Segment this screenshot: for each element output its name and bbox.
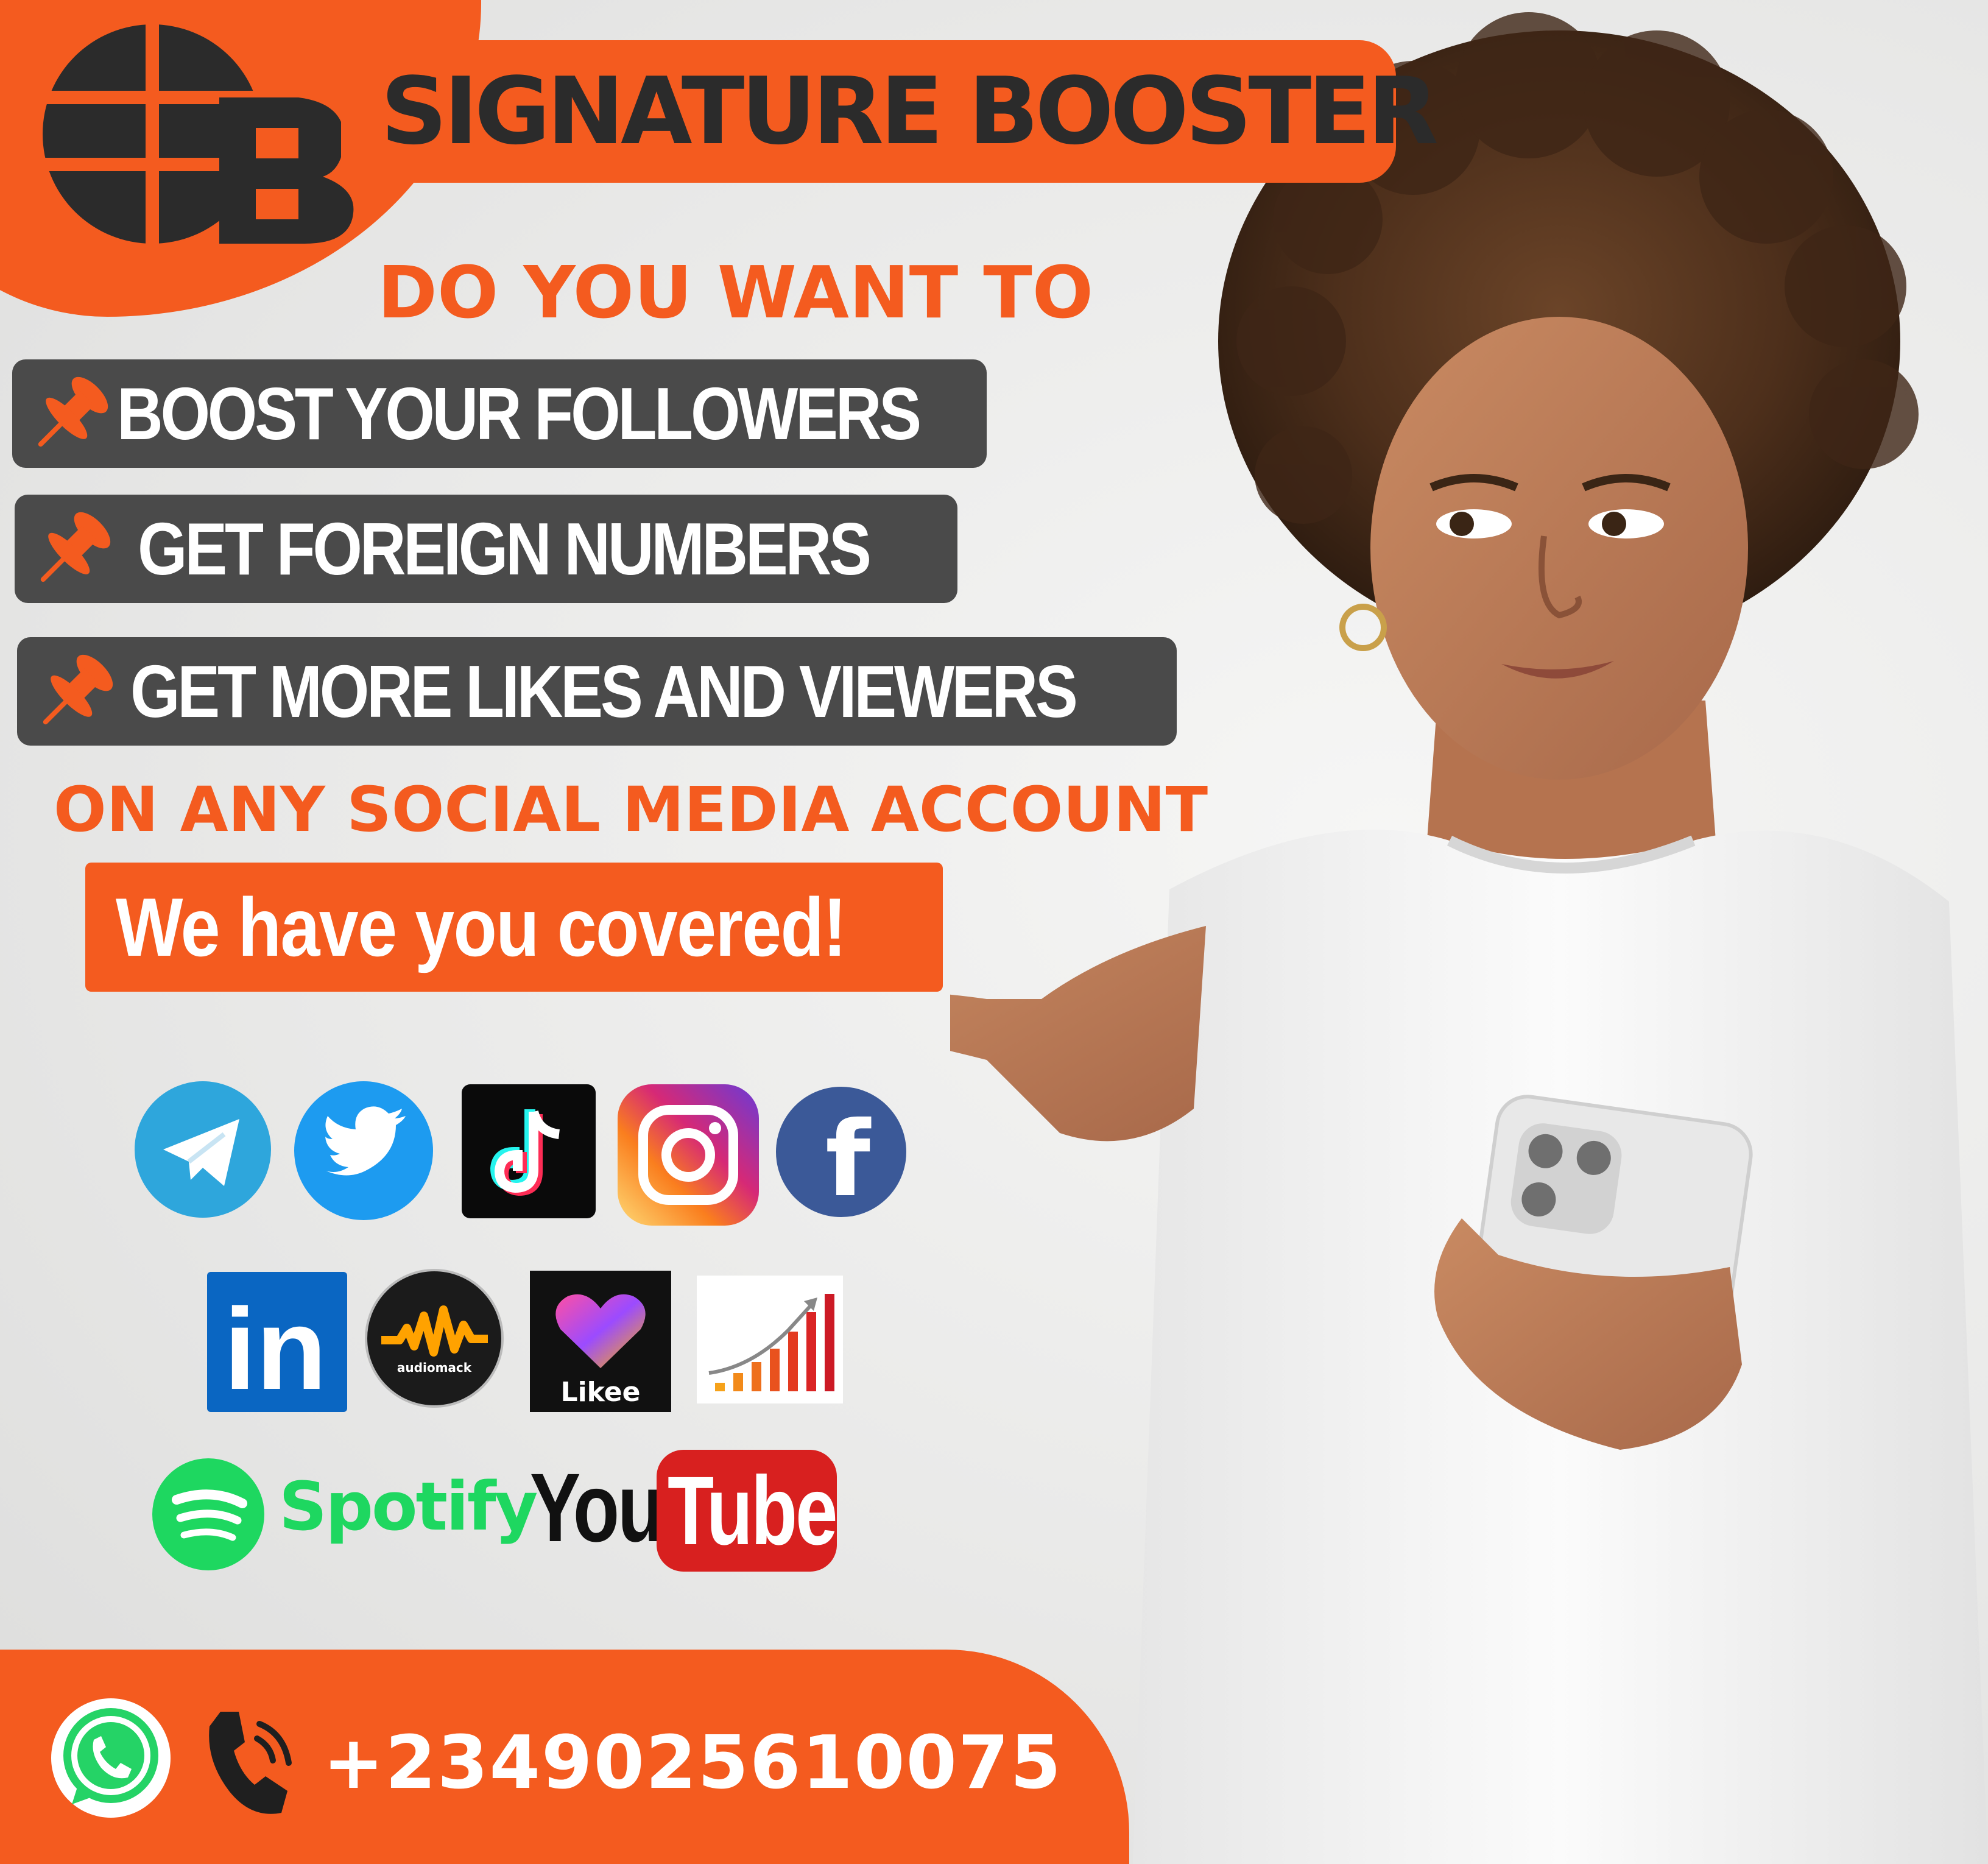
audiomack-icon: audiomack <box>363 1267 506 1410</box>
linkedin-icon: in <box>207 1272 347 1412</box>
pushpin-icon <box>38 376 108 447</box>
headline: DO YOU WANT TO <box>378 250 1094 334</box>
feature-label: BOOST YOUR FOLLOWERS <box>117 372 922 455</box>
feature-item-foreign-numbers: GET FOREIGN NUMBERS <box>15 495 957 603</box>
promo-poster: SIGNATURE BOOSTER DO YOU WANT TO BOOST Y… <box>0 0 1988 1864</box>
feature-item-likes-viewers: GET MORE LIKES AND VIEWERS <box>17 637 1177 746</box>
subline: ON ANY SOCIAL MEDIA ACCOUNT <box>54 774 1208 846</box>
cta-text: We have you covered! <box>116 881 847 973</box>
youtube-wordmark-you: You <box>530 1453 664 1562</box>
likee-word: Likee <box>561 1377 641 1408</box>
instagram-icon <box>618 1084 759 1226</box>
feature-item-boost-followers: BOOST YOUR FOLLOWERS <box>12 359 987 468</box>
twitter-icon <box>292 1079 435 1223</box>
phone-number[interactable]: +2349025610075 <box>323 1718 1061 1809</box>
telegram-icon <box>133 1079 273 1220</box>
spotify-icon <box>151 1457 266 1572</box>
sb-logo-icon <box>43 24 354 244</box>
tiktok-icon <box>462 1084 596 1218</box>
feature-label: GET FOREIGN NUMBERS <box>138 507 872 590</box>
facebook-letter: f <box>825 1100 872 1218</box>
likee-icon: Likee <box>530 1271 671 1412</box>
growth-chart-icon <box>697 1276 843 1403</box>
audiomack-word: audiomack <box>397 1360 472 1375</box>
spotify-wordmark: Spotify <box>279 1467 538 1545</box>
youtube-wordmark-tube: Tube <box>668 1456 837 1565</box>
feature-label: GET MORE LIKES AND VIEWERS <box>130 650 1078 733</box>
phone-icon[interactable] <box>196 1700 300 1821</box>
whatsapp-icon[interactable] <box>50 1697 172 1819</box>
brand-name: SIGNATURE BOOSTER <box>381 57 1439 165</box>
facebook-icon: f <box>775 1086 908 1218</box>
pushpin-icon <box>40 512 111 582</box>
linkedin-letters: in <box>224 1285 327 1412</box>
pushpin-icon <box>43 654 113 725</box>
